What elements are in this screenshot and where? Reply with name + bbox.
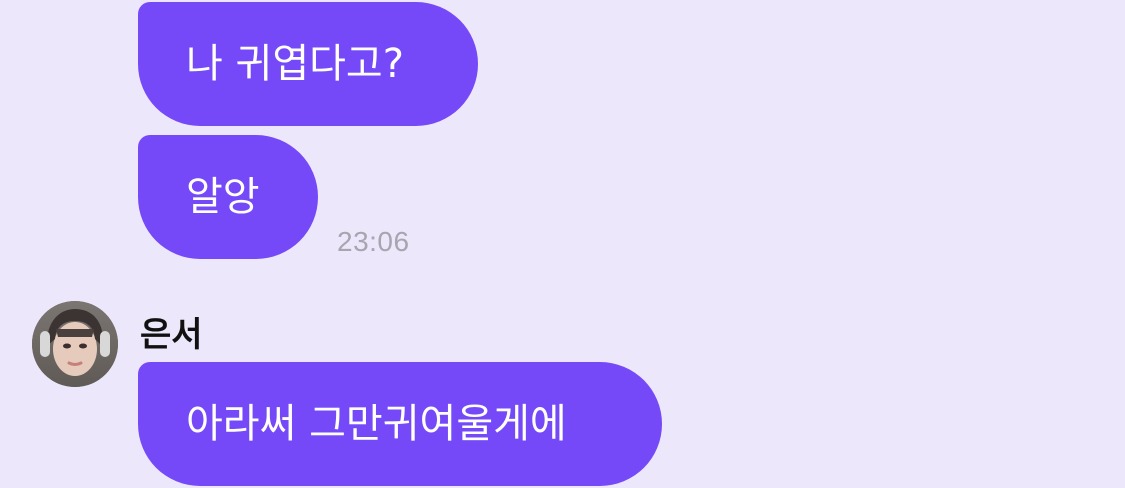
message-text: 나 귀엽다고? xyxy=(186,41,404,87)
message-text: 알앙 xyxy=(186,174,260,220)
message-bubble[interactable]: 아라써 그만귀여울게에 xyxy=(138,362,662,486)
sender-avatar[interactable] xyxy=(32,301,118,387)
sender-name: 은서 xyxy=(140,315,203,355)
message-text: 아라써 그만귀여울게에 xyxy=(186,401,567,447)
message-bubble[interactable]: 나 귀엽다고? xyxy=(138,2,478,126)
message-timestamp: 23:06 xyxy=(337,226,410,257)
avatar-photo-icon xyxy=(32,301,118,387)
chat-conversation: 나 귀엽다고? 알앙 23:06 은서 아라써 그만귀여울게에 xyxy=(0,0,1125,488)
message-bubble[interactable]: 알앙 xyxy=(138,135,318,259)
